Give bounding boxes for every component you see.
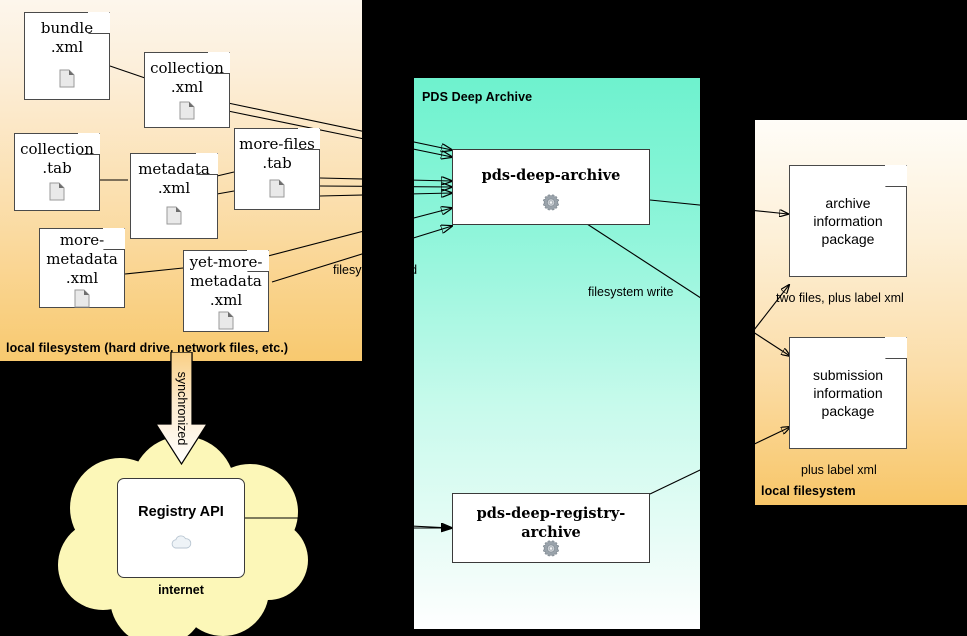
registry-api-box-front[interactable]: Registry API (117, 478, 245, 578)
synchronized-label-front: synchronized (175, 371, 189, 446)
diagram-canvas: bundle .xml collection .xml collection .tab… (0, 0, 967, 636)
cloud-icon (171, 535, 192, 549)
registry-api-label-front: Registry API (138, 504, 224, 520)
cloud-title-front: internet (158, 583, 204, 597)
